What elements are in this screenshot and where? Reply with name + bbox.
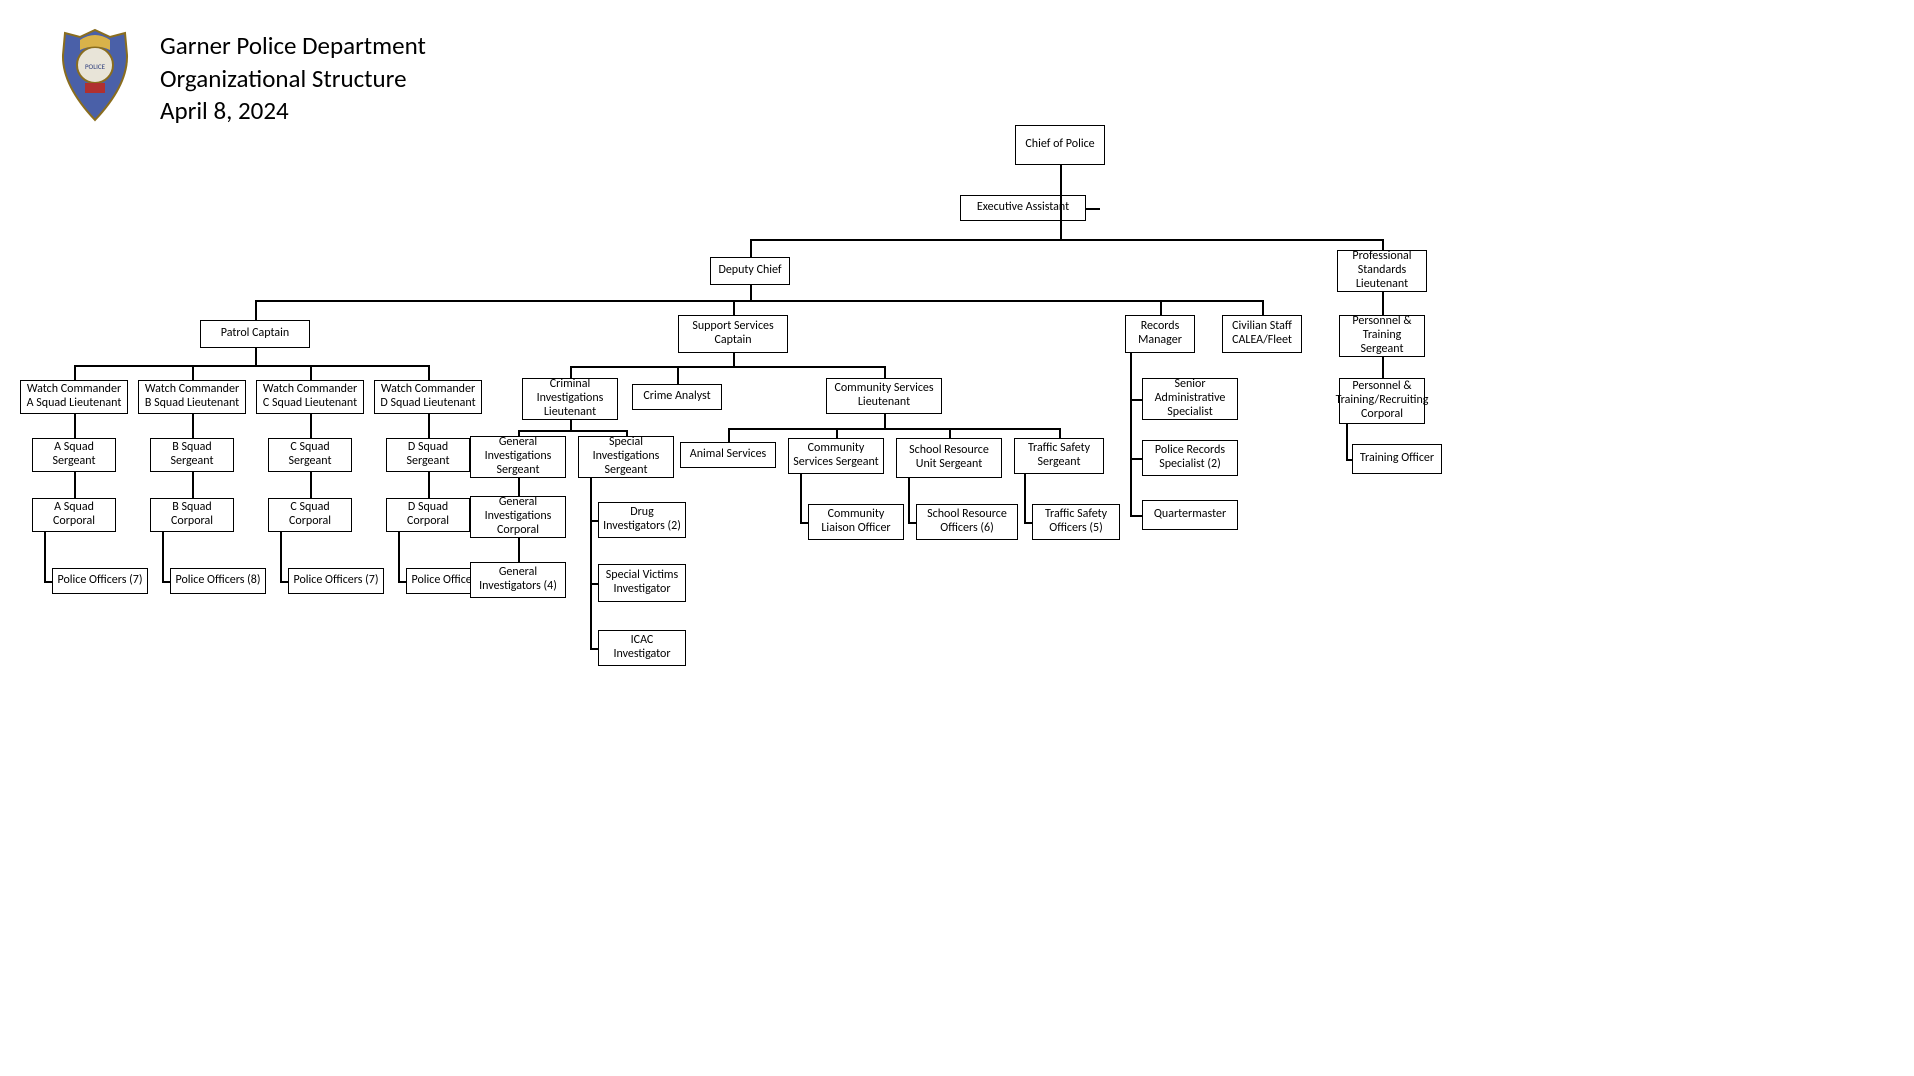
node-as: Animal Services [680, 442, 776, 468]
org-chart-page: POLICE Garner Police Department Organiza… [0, 0, 1914, 1076]
node-svi: Special Victims Investigator [598, 564, 686, 602]
node-tss: Traffic Safety Sergeant [1014, 438, 1104, 474]
node-wc-d: Watch Commander D Squad Lieutenant [374, 380, 482, 414]
node-po-b: Police Officers (8) [170, 568, 266, 594]
node-cpl-d: D Squad Corporal [386, 498, 470, 532]
node-cil: Criminal Investigations Lieutenant [522, 378, 618, 420]
node-sas: Senior Administrative Specialist [1142, 378, 1238, 420]
node-gic: General Investigations Corporal [470, 496, 566, 538]
node-psl: Professional Standards Lieutenant [1337, 250, 1427, 292]
node-dc: Deputy Chief [710, 257, 790, 285]
node-po-c: Police Officers (7) [288, 568, 384, 594]
node-sgt-b: B Squad Sergeant [150, 438, 234, 472]
node-wc-b: Watch Commander B Squad Lieutenant [138, 380, 246, 414]
node-srus: School Resource Unit Sergeant [896, 438, 1002, 478]
node-sgt-d: D Squad Sergeant [386, 438, 470, 472]
node-cpl-a: A Squad Corporal [32, 498, 116, 532]
node-tso5: Traffic Safety Officers (5) [1032, 504, 1120, 540]
title-line3: April 8, 2024 [160, 95, 426, 128]
node-qm: Quartermaster [1142, 500, 1238, 530]
svg-text:POLICE: POLICE [85, 62, 106, 71]
title-line2: Organizational Structure [160, 63, 426, 96]
node-clo: Community Liaison Officer [808, 504, 904, 540]
node-ca: Crime Analyst [632, 384, 722, 410]
node-wc-a: Watch Commander A Squad Lieutenant [20, 380, 128, 414]
node-cpl-c: C Squad Corporal [268, 498, 352, 532]
node-csf: Civilian Staff CALEA/Fleet [1222, 315, 1302, 353]
node-ssc: Support Services Captain [678, 315, 788, 353]
node-pts: Personnel & Training Sergeant [1339, 315, 1425, 357]
node-sro6: School Resource Officers (6) [916, 504, 1018, 540]
node-rm: Records Manager [1125, 315, 1195, 353]
node-prs2: Police Records Specialist (2) [1142, 440, 1238, 476]
node-cpl-b: B Squad Corporal [150, 498, 234, 532]
node-sis: Special Investigations Sergeant [578, 436, 674, 478]
node-sgt-c: C Squad Sergeant [268, 438, 352, 472]
node-to: Training Officer [1352, 444, 1442, 474]
node-gis: General Investigations Sergeant [470, 436, 566, 478]
node-chief: Chief of Police [1015, 125, 1105, 165]
node-sgt-a: A Squad Sergeant [32, 438, 116, 472]
node-icac: ICAC Investigator [598, 630, 686, 666]
title-line1: Garner Police Department [160, 30, 426, 63]
page-title: Garner Police Department Organizational … [160, 30, 426, 128]
node-po-a: Police Officers (7) [52, 568, 148, 594]
node-css: Community Services Sergeant [788, 438, 884, 474]
police-badge-icon: POLICE [55, 25, 135, 125]
node-di2: Drug Investigators (2) [598, 502, 686, 538]
node-ptc: Personnel & Training/Recruiting Corporal [1339, 378, 1425, 424]
node-pc: Patrol Captain [200, 320, 310, 348]
node-gi4: General Investigators (4) [470, 562, 566, 598]
node-csl: Community Services Lieutenant [826, 378, 942, 414]
node-ea: Executive Assistant [960, 195, 1086, 221]
node-wc-c: Watch Commander C Squad Lieutenant [256, 380, 364, 414]
